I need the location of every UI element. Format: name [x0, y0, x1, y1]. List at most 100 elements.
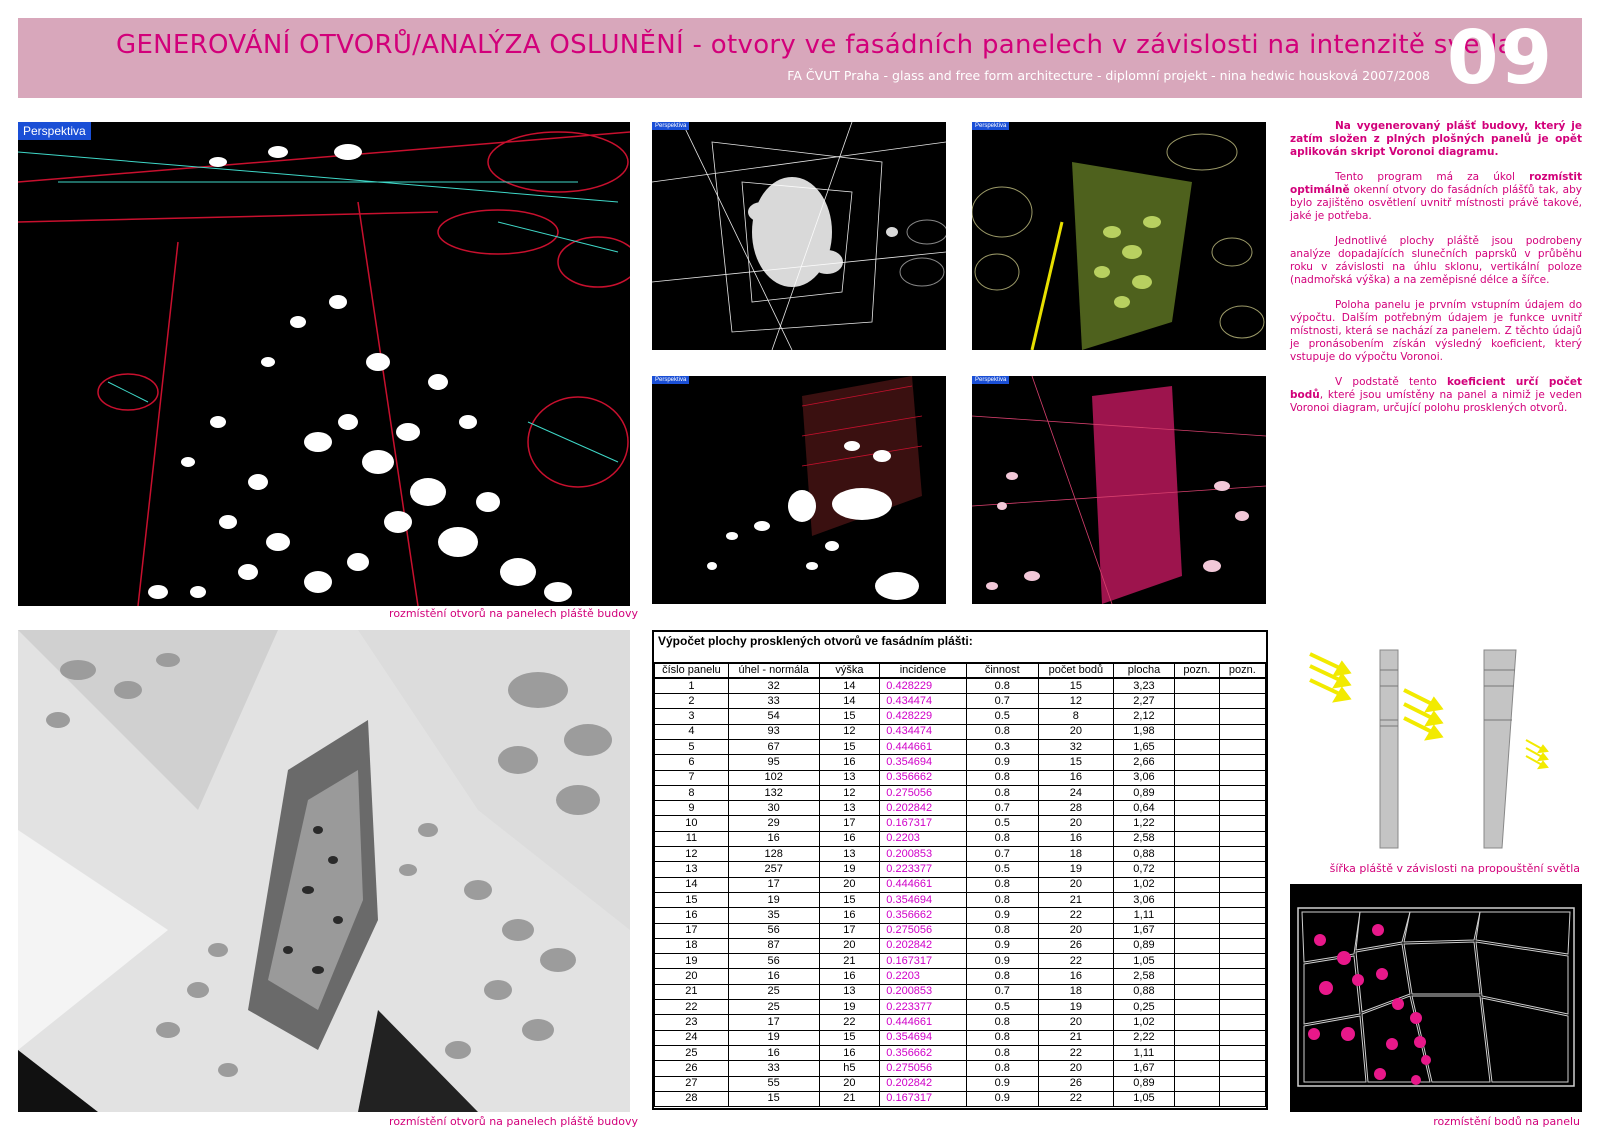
table-row: 13 257 19 0.223377 0.5 19 0,72 — [654, 861, 1267, 878]
page-number: 09 — [1447, 15, 1554, 101]
table-cell: 12 — [818, 784, 881, 802]
table-cell: 20 — [1037, 1014, 1114, 1031]
table-cell: 28 — [1037, 800, 1114, 817]
table-cell: 1,67 — [1112, 1060, 1176, 1077]
table-cell: 16 — [727, 968, 820, 985]
table-cell: 0.354694 — [879, 1029, 967, 1046]
table-cell: 2,58 — [1112, 830, 1176, 848]
table-cell: 0.223377 — [879, 999, 967, 1016]
table-cell: 0.202842 — [879, 1075, 967, 1092]
table-cell: 26 — [1037, 937, 1114, 955]
table-cell: 1,05 — [1112, 1090, 1176, 1108]
table-cell: 14 — [818, 677, 881, 695]
table-cell: 2,22 — [1112, 1029, 1176, 1046]
table-cell: 29 — [727, 815, 820, 832]
table-cell: 0.8 — [965, 677, 1039, 695]
table-cell: 0.167317 — [879, 953, 967, 970]
paragraph-2-text-a: Tento program má za úkol — [1335, 171, 1530, 183]
table-cell: 0.8 — [965, 1029, 1039, 1046]
table-cell: 19 — [727, 891, 820, 909]
header-pocet-bodu: počet bodů — [1037, 661, 1114, 680]
table-cell: 0.9 — [965, 907, 1039, 924]
table-row: 23 17 22 0.444661 0.8 20 1,02 — [654, 1014, 1267, 1031]
viewport-label-pink: Perspektiva — [972, 376, 1010, 384]
table-cell: 15 — [1037, 754, 1114, 771]
table-cell: 0.200853 — [879, 846, 967, 863]
paragraph-5: V podstatě tento koeficient určí počet b… — [1290, 376, 1582, 415]
table-cell — [1218, 1075, 1267, 1092]
table-cell — [1218, 800, 1267, 817]
table-cell — [1218, 937, 1267, 955]
table-cell: 132 — [727, 784, 820, 802]
render-main-graphic — [18, 122, 630, 606]
table-cell — [1218, 999, 1267, 1016]
panel-thin-shape — [1379, 649, 1399, 849]
table-row: 5 67 15 0.444661 0.3 32 1,65 — [654, 738, 1267, 756]
render-yellow-green: Perspektiva — [972, 122, 1266, 350]
table-cell: 16 — [818, 1044, 881, 1062]
table-cell: 19 — [654, 953, 729, 970]
paragraph-4: Poloha panelu je prvním vstupním údajem … — [1290, 299, 1582, 363]
table-cell — [1174, 953, 1220, 970]
table-cell: 16 — [727, 1044, 820, 1062]
table-cell: 0.223377 — [879, 861, 967, 878]
table-cell: 0,72 — [1112, 861, 1176, 878]
table-cell: 0.7 — [965, 846, 1039, 863]
table-cell — [1218, 891, 1267, 909]
table-cell: 1,67 — [1112, 922, 1176, 939]
table-cell — [1218, 693, 1267, 710]
table-cell: 0.8 — [965, 876, 1039, 893]
table-cell: 16 — [818, 830, 881, 848]
table-cell: 16 — [818, 968, 881, 985]
table-cell: 54 — [727, 708, 820, 725]
table-cell — [1174, 784, 1220, 802]
table-cell: 12 — [818, 723, 881, 740]
table-row: 28 15 21 0.167317 0.9 22 1,05 — [654, 1090, 1267, 1108]
table-cell: 20 — [1037, 876, 1114, 893]
table-cell: 16 — [1037, 968, 1114, 985]
table-cell: 4 — [654, 723, 729, 740]
table-cell — [1174, 999, 1220, 1016]
table-cell: 28 — [654, 1090, 729, 1108]
table-cell: 22 — [1037, 1090, 1114, 1108]
table-cell — [1218, 968, 1267, 985]
table-cell: 67 — [727, 738, 820, 756]
table-cell: 128 — [727, 846, 820, 863]
table-cell: 0,64 — [1112, 800, 1176, 817]
table-cell: 30 — [727, 800, 820, 817]
table-cell: 3,06 — [1112, 891, 1176, 909]
table-row: 21 25 13 0.200853 0.7 18 0,88 — [654, 983, 1267, 1001]
table-cell: 0.7 — [965, 800, 1039, 817]
header-uhel-normala: úhel - normála — [727, 661, 820, 680]
table-cell — [1218, 815, 1267, 832]
diagram-graphic — [1309, 649, 1549, 849]
table-cell: 1,22 — [1112, 815, 1176, 832]
table-cell: 20 — [818, 876, 881, 893]
table-cell: 3 — [654, 708, 729, 725]
table-cell — [1174, 677, 1220, 695]
table-row: 8 132 12 0.275056 0.8 24 0,89 — [654, 784, 1267, 802]
table-cell — [1218, 769, 1267, 786]
table-cell: 0.8 — [965, 723, 1039, 740]
table-cell: 12 — [1037, 693, 1114, 710]
viewport-label-white: Perspektiva — [652, 122, 690, 130]
table-cell — [1174, 1090, 1220, 1108]
table-cell: 56 — [727, 922, 820, 939]
table-cell: 0,89 — [1112, 1075, 1176, 1092]
table-cell: 0.8 — [965, 922, 1039, 939]
table-cell: 14 — [654, 876, 729, 893]
table-row: 6 95 16 0.354694 0.9 15 2,66 — [654, 754, 1267, 771]
table-row: 7 102 13 0.356662 0.8 16 3,06 — [654, 769, 1267, 786]
table-cell: 19 — [1037, 861, 1114, 878]
table-cell: 0.8 — [965, 830, 1039, 848]
table-cell: 20 — [1037, 723, 1114, 740]
table-cell — [1174, 769, 1220, 786]
table-cell: 26 — [1037, 1075, 1114, 1092]
table-row: 14 17 20 0.444661 0.8 20 1,02 — [654, 876, 1267, 893]
table-row: 15 19 15 0.354694 0.8 21 3,06 — [654, 891, 1267, 909]
table-cell: 15 — [818, 738, 881, 756]
table-row: 16 35 16 0.356662 0.9 22 1,11 — [654, 907, 1267, 924]
table-cell — [1174, 907, 1220, 924]
table-cell: 32 — [1037, 738, 1114, 756]
table-cell: 32 — [727, 677, 820, 695]
